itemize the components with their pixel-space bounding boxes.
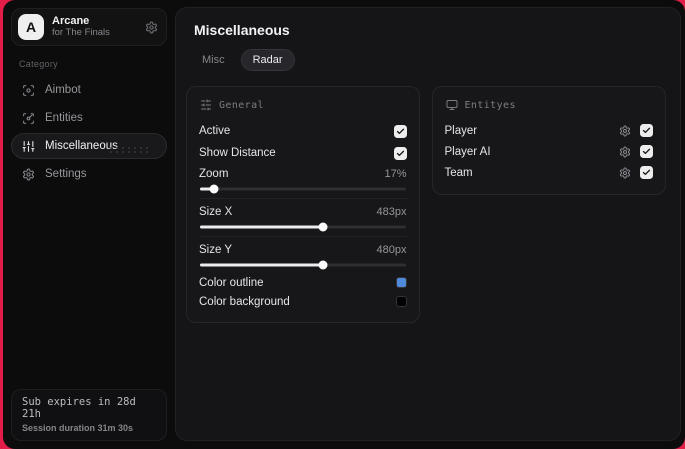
panel-general: General Active Show Distance Zoom 17% Si… (186, 86, 420, 323)
main-content: Miscellaneous Misc Radar General Active (175, 7, 681, 441)
panel-title: Entityes (464, 99, 516, 111)
monitor-icon (446, 99, 458, 111)
slider-label: Size X (199, 206, 233, 218)
color-outline-swatch[interactable] (395, 277, 407, 288)
entity-label: Player AI (444, 145, 491, 158)
checkbox-player-ai[interactable] (640, 145, 653, 158)
slider-value: 483px (376, 206, 407, 218)
tab-radar[interactable]: Radar (240, 49, 295, 71)
page-title: Miscellaneous (194, 22, 290, 38)
entity-row-player-ai: Player AI (444, 141, 653, 162)
brand-text: Arcane for The Finals (52, 15, 137, 39)
subscription-card: Sub expires in 28d 21h Session duration … (11, 389, 167, 441)
panel-entities-header: Entityes (446, 99, 654, 111)
entity-row-player: Player (444, 120, 653, 141)
divider (199, 236, 407, 237)
tab-bar: Misc Radar (190, 49, 666, 71)
gear-icon (22, 168, 35, 181)
color-label: Color outline (199, 276, 264, 289)
sidebar-nav: Aimbot Entities Miscellaneous Settings (11, 77, 167, 187)
gear-icon[interactable] (619, 167, 631, 179)
check-icon (642, 127, 651, 134)
slider-thumb[interactable] (318, 260, 328, 270)
slider-group-size-x: Size X 483px (199, 202, 407, 232)
brand-card: A Arcane for The Finals (11, 8, 167, 46)
sidebar-item-label: Miscellaneous (45, 140, 118, 152)
slider-group-size-y: Size Y 480px (199, 240, 407, 270)
sidebar-item-settings[interactable]: Settings (11, 161, 167, 187)
app-window: A Arcane for The Finals Category Aimbot (3, 0, 685, 449)
sidebar-item-miscellaneous[interactable]: Miscellaneous (11, 133, 167, 159)
slider-value: 480px (376, 244, 407, 256)
brand-title: Arcane (52, 15, 90, 28)
size-y-slider[interactable] (200, 260, 406, 270)
slider-thumb[interactable] (209, 184, 219, 194)
sub-expiry-text: Sub expires in 28d 21h (22, 396, 136, 420)
slider-track (200, 187, 406, 191)
sliders-vertical-icon (22, 140, 35, 153)
check-icon (642, 169, 651, 176)
brand-subtitle: for The Finals (52, 26, 110, 38)
decorative-dots (108, 146, 152, 154)
tab-misc[interactable]: Misc (190, 49, 237, 71)
slider-group-zoom: Zoom 17% (199, 164, 407, 194)
checkbox-active[interactable] (393, 124, 407, 138)
gear-icon[interactable] (619, 146, 631, 158)
slider-fill (200, 263, 324, 267)
sidebar-item-label: Entities (45, 112, 83, 124)
slider-label: Zoom (199, 168, 229, 180)
slider-label: Size Y (199, 244, 233, 256)
toggle-row-show-distance: Show Distance (199, 142, 407, 164)
checkbox-team[interactable] (640, 166, 653, 179)
sliders-horizontal-icon (200, 99, 212, 111)
check-icon (396, 128, 404, 134)
slider-value: 17% (384, 168, 407, 180)
slider-fill (200, 225, 324, 229)
category-label: Category (19, 59, 58, 69)
panel-title: General (219, 99, 264, 111)
sidebar-item-aimbot[interactable]: Aimbot (11, 77, 167, 103)
entity-label: Team (444, 166, 473, 179)
color-row-outline: Color outline (199, 273, 407, 292)
scan-icon (22, 112, 35, 125)
app-logo: A (18, 14, 44, 40)
toggle-label: Show Distance (199, 147, 276, 159)
entity-label: Player (444, 124, 478, 137)
sidebar: A Arcane for The Finals Category Aimbot (3, 0, 175, 449)
slider-thumb[interactable] (318, 222, 328, 232)
check-icon (642, 148, 651, 155)
color-label: Color background (199, 295, 290, 308)
crosshair-icon (22, 84, 35, 97)
check-icon (396, 150, 404, 156)
checkbox-show-distance[interactable] (393, 146, 407, 160)
gear-icon[interactable] (619, 125, 631, 137)
color-row-background: Color background (199, 292, 407, 311)
toggle-label: Active (199, 125, 231, 137)
entity-row-team: Team (444, 162, 653, 183)
sidebar-item-entities[interactable]: Entities (11, 105, 167, 131)
divider (199, 198, 407, 199)
panels-row: General Active Show Distance Zoom 17% Si… (186, 86, 666, 323)
checkbox-player[interactable] (640, 124, 653, 137)
sidebar-item-label: Settings (45, 168, 87, 180)
zoom-slider[interactable] (200, 184, 406, 194)
color-background-swatch[interactable] (395, 296, 407, 307)
sidebar-item-label: Aimbot (45, 84, 81, 96)
session-duration-text: Session duration 31m 30s (22, 423, 134, 433)
toggle-row-active: Active (199, 120, 407, 142)
panel-entities: Entityes Player Player AI Team (431, 86, 666, 195)
panel-general-header: General (200, 99, 407, 111)
gear-icon[interactable] (145, 21, 158, 34)
size-x-slider[interactable] (200, 222, 406, 232)
